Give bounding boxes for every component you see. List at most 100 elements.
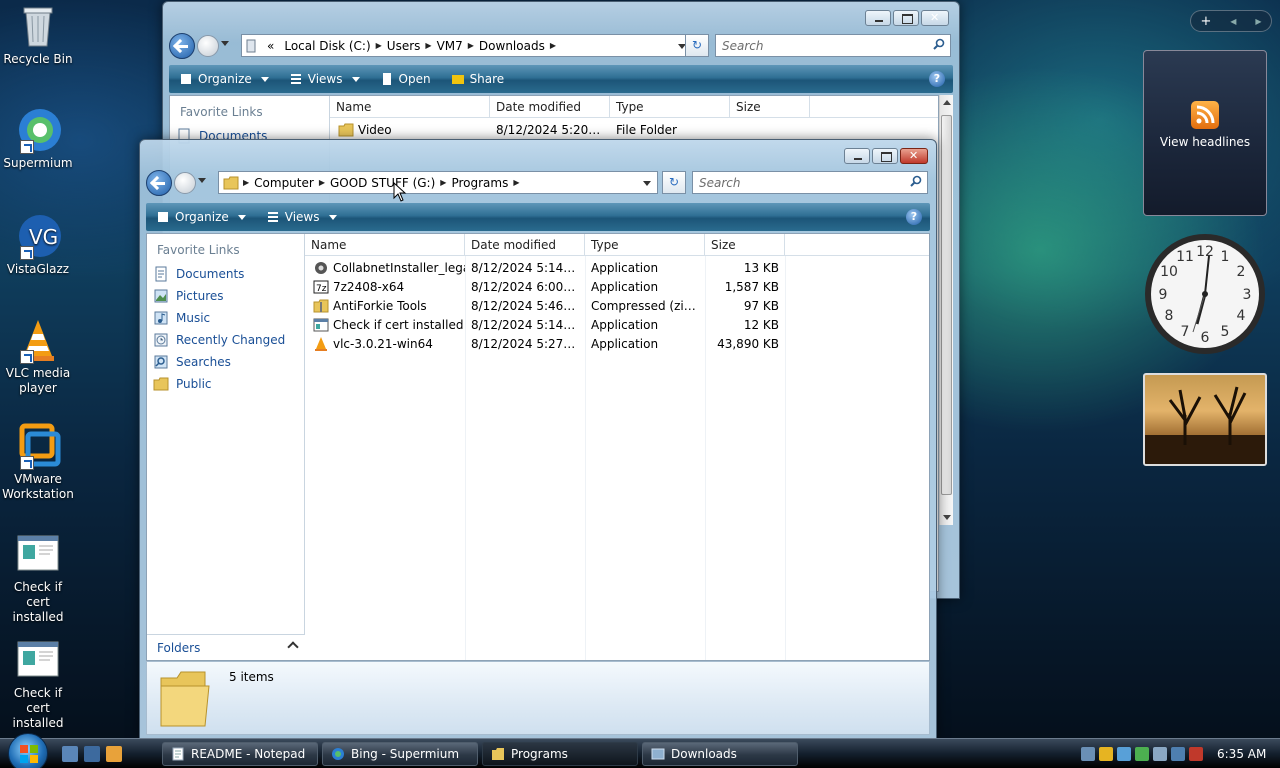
address-bar[interactable]: « Local Disk (C:) ▶ Users ▶ VM7 ▶ Downlo…: [241, 34, 693, 57]
desktop-icon-check-cert-2[interactable]: Check if cert installed: [2, 636, 74, 731]
back-button[interactable]: [169, 33, 195, 59]
address-segment[interactable]: Local Disk (C:): [279, 39, 375, 53]
column-header-date[interactable]: Date modified: [490, 96, 610, 117]
desktop-icon-vistaglazz[interactable]: VG VistaGlazz: [2, 212, 74, 277]
table-row[interactable]: Video 8/12/2024 5:20 AM File Folder: [330, 120, 810, 139]
close-button[interactable]: [921, 10, 949, 26]
view-headlines-link[interactable]: View headlines: [1144, 135, 1266, 149]
search-icon[interactable]: [910, 175, 922, 187]
desktop-icon-vmware[interactable]: VMware Workstation: [2, 422, 74, 502]
desktop-icon-supermium[interactable]: Supermium: [2, 106, 74, 171]
programs-window[interactable]: ▶ Computer ▶ GOOD STUFF (G:) ▶ Programs …: [139, 139, 937, 739]
search-input[interactable]: Search: [715, 34, 951, 57]
desktop-icon-vlc[interactable]: VLC media player: [2, 316, 74, 396]
column-header-type[interactable]: Type: [585, 234, 705, 255]
recent-pages-dropdown[interactable]: [221, 41, 229, 46]
vertical-scrollbar[interactable]: [939, 95, 953, 525]
slideshow-gadget[interactable]: [1143, 373, 1267, 466]
taskbar-clock[interactable]: 6:35 AM: [1217, 747, 1266, 761]
open-button[interactable]: Open: [370, 72, 441, 86]
volume-muted-icon[interactable]: [1189, 747, 1203, 761]
search-icon[interactable]: [933, 38, 945, 50]
chevron-right-icon[interactable]: ▶: [550, 41, 556, 50]
address-segment[interactable]: VM7: [432, 39, 468, 53]
scroll-thumb[interactable]: [941, 115, 952, 495]
organize-button[interactable]: Organize: [169, 72, 279, 86]
address-segment[interactable]: Computer: [249, 176, 319, 190]
chevron-down-icon: [260, 76, 269, 82]
feed-headlines-gadget[interactable]: View headlines: [1143, 50, 1267, 216]
recent-pages-dropdown[interactable]: [198, 178, 206, 183]
back-button[interactable]: [146, 170, 172, 196]
column-header-date[interactable]: Date modified: [465, 234, 585, 255]
address-segment[interactable]: Programs: [446, 176, 513, 190]
monitor-icon[interactable]: [1171, 747, 1185, 761]
column-header-name[interactable]: Name: [330, 96, 490, 117]
nav-link-public[interactable]: Public: [147, 373, 304, 395]
clock-gadget[interactable]: 12 1 2 345 678 9 10 11: [1143, 232, 1267, 356]
next-page-button[interactable]: ▶: [1255, 17, 1261, 26]
maximize-button[interactable]: [893, 10, 919, 26]
address-segment[interactable]: GOOD STUFF (G:): [325, 176, 440, 190]
address-overflow-chevron[interactable]: «: [262, 39, 279, 53]
column-header-size[interactable]: Size: [730, 96, 810, 117]
start-button[interactable]: [8, 733, 48, 768]
maximize-button[interactable]: [872, 148, 898, 164]
address-dropdown-arrow[interactable]: [643, 181, 651, 186]
show-desktop-icon[interactable]: [62, 746, 78, 762]
folders-toggle[interactable]: Folders: [147, 634, 305, 660]
security-shield-icon[interactable]: [1099, 747, 1113, 761]
nav-link-recently-changed[interactable]: Recently Changed: [147, 329, 304, 351]
task-button-notepad[interactable]: README - Notepad: [162, 742, 318, 766]
table-row[interactable]: CollabnetInstaller_lega... 8/12/2024 5:1…: [305, 258, 785, 277]
views-button[interactable]: Views: [256, 210, 347, 224]
column-header-type[interactable]: Type: [610, 96, 730, 117]
refresh-button[interactable]: ↻: [662, 171, 686, 194]
refresh-button[interactable]: ↻: [685, 34, 709, 57]
add-gadget-button[interactable]: +: [1200, 14, 1211, 29]
column-header-size[interactable]: Size: [705, 234, 785, 255]
desktop-icon-check-cert-1[interactable]: Check if cert installed: [2, 530, 74, 625]
nav-link-pictures[interactable]: Pictures: [147, 285, 304, 307]
help-icon[interactable]: ?: [929, 71, 945, 87]
scroll-up-arrow[interactable]: [943, 100, 951, 105]
svg-text:10: 10: [1160, 264, 1178, 280]
desktop-icon-label: Check if cert installed: [12, 580, 64, 624]
address-segment[interactable]: Users: [382, 39, 426, 53]
column-headers: Name Date modified Type Size: [330, 96, 938, 118]
minimize-button[interactable]: [844, 148, 870, 164]
previous-page-button[interactable]: ◀: [1230, 17, 1236, 26]
switch-windows-icon[interactable]: [84, 746, 100, 762]
table-row[interactable]: AntiForkie Tools 8/12/2024 5:46 AM Compr…: [305, 296, 785, 315]
organize-button[interactable]: Organize: [146, 210, 256, 224]
network-icon[interactable]: [1081, 747, 1095, 761]
forward-button[interactable]: [197, 35, 219, 57]
tray-app-icon[interactable]: [1117, 747, 1131, 761]
nav-link-music[interactable]: Music: [147, 307, 304, 329]
searches-icon: [154, 355, 168, 369]
column-header-name[interactable]: Name: [305, 234, 465, 255]
desktop-icon-recycle-bin[interactable]: Recycle Bin: [2, 2, 74, 67]
table-row[interactable]: vlc-3.0.21-win64 8/12/2024 5:27 AM Appli…: [305, 334, 785, 353]
task-button-programs[interactable]: Programs: [482, 742, 638, 766]
search-input[interactable]: Search: [692, 171, 928, 194]
chevron-right-icon[interactable]: ▶: [513, 178, 519, 187]
views-button[interactable]: Views: [279, 72, 370, 86]
forward-button[interactable]: [174, 172, 196, 194]
address-bar[interactable]: ▶ Computer ▶ GOOD STUFF (G:) ▶ Programs …: [218, 171, 658, 194]
nav-link-documents[interactable]: Documents: [147, 263, 304, 285]
task-button-supermium[interactable]: Bing - Supermium: [322, 742, 478, 766]
task-button-downloads[interactable]: Downloads: [642, 742, 798, 766]
help-icon[interactable]: ?: [906, 209, 922, 225]
explorer-icon[interactable]: [106, 746, 122, 762]
address-segment[interactable]: Downloads: [474, 39, 550, 53]
share-button[interactable]: Share: [441, 72, 515, 86]
minimize-button[interactable]: [865, 10, 891, 26]
nav-link-searches[interactable]: Searches: [147, 351, 304, 373]
tray-app-icon[interactable]: [1153, 747, 1167, 761]
close-button[interactable]: [900, 148, 928, 164]
table-row[interactable]: 7z 7z2408-x64 8/12/2024 6:00 AM Applicat…: [305, 277, 785, 296]
table-row[interactable]: Check if cert installed 8/12/2024 5:14 A…: [305, 315, 785, 334]
tray-app-icon[interactable]: [1135, 747, 1149, 761]
scroll-down-arrow[interactable]: [943, 515, 951, 520]
